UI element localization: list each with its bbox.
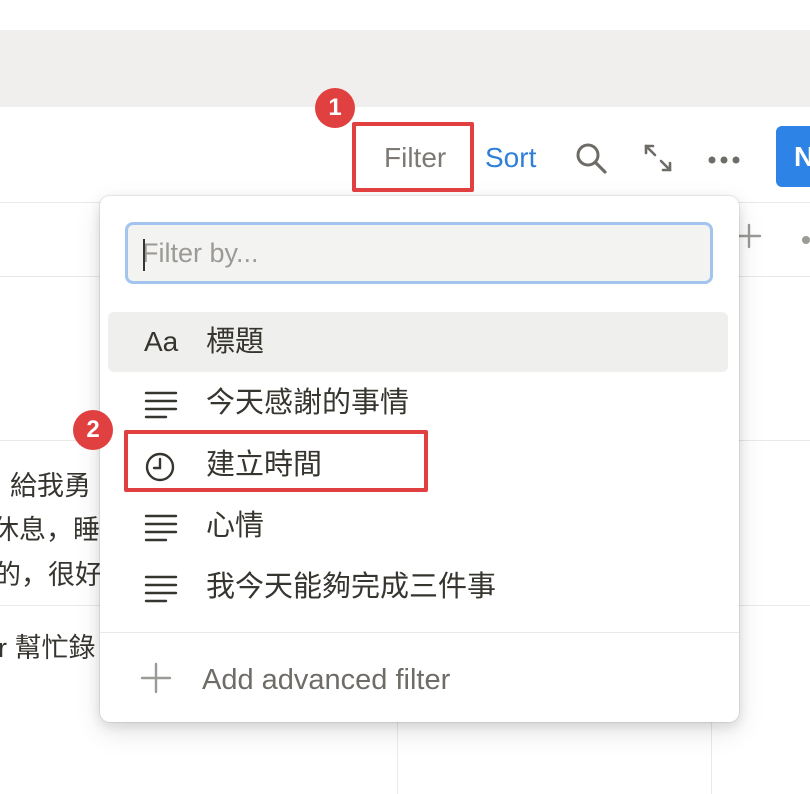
property-label: 心情 [206,510,265,542]
table-cell[interactable]: r 幫忙錄 [0,626,96,665]
add-advanced-filter-button[interactable]: Add advanced filter [108,648,728,708]
annotation-badge-1: 1 [315,88,355,128]
plus-icon [140,662,172,699]
property-item-three-things[interactable]: 我今天能夠完成三件事 [108,557,728,617]
advanced-filter-label: Add advanced filter [202,664,451,696]
text-lines-icon [144,389,180,419]
text-lines-icon [144,573,180,603]
annotation-badge-2: 2 [73,410,113,450]
filter-search-input[interactable] [125,222,713,284]
property-label: 我今天能夠完成三件事 [206,571,497,603]
property-label: 標題 [206,326,265,358]
annotation-box-created-time [124,430,428,492]
sort-button[interactable]: Sort [485,140,536,176]
plus-icon[interactable] [735,222,763,255]
property-item-gratitude[interactable]: 今天感謝的事情 [108,373,728,433]
search-icon[interactable] [573,140,609,181]
property-label: 今天感謝的事情 [206,387,410,419]
annotation-box-filter [352,122,474,192]
more-icon[interactable] [802,236,810,244]
title-aa-icon: Aa [144,326,179,357]
expand-icon[interactable] [642,142,674,179]
text-lines-icon [144,512,180,542]
table-cell[interactable]: 休息，睡 [0,508,100,547]
table-cell[interactable]: 給我勇 [10,464,91,503]
dropdown-divider [100,632,739,633]
property-item-mood[interactable]: 心情 [108,496,728,556]
new-button[interactable]: N [776,126,810,187]
text-caret [143,239,145,271]
table-cell[interactable]: 的，很好 [0,553,102,592]
more-icon[interactable] [707,152,741,170]
top-banner [0,30,810,107]
property-item-title[interactable]: Aa 標題 [108,312,728,372]
notion-database-view: Filter Sort N 給我勇 休息，睡 的，很好 r 幫忙錄 Filter… [0,0,810,794]
